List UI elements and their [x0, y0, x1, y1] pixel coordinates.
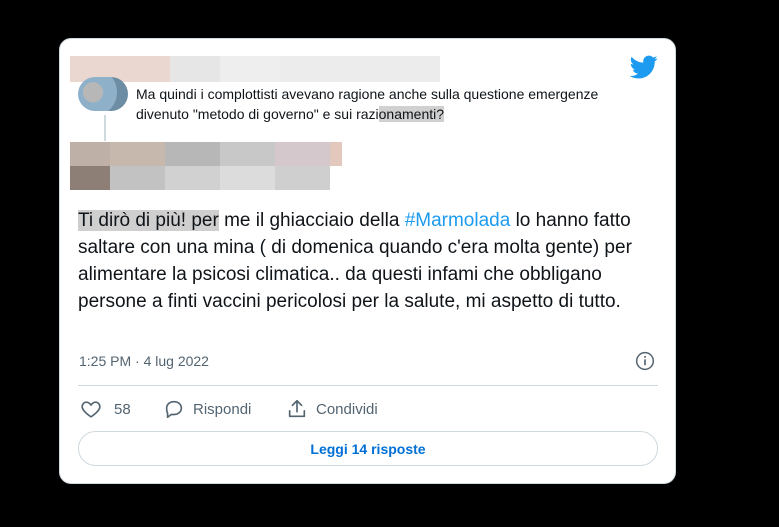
- reply-label: Rispondi: [193, 400, 252, 418]
- like-count: 58: [114, 400, 131, 418]
- info-icon[interactable]: [635, 351, 655, 371]
- divider: [78, 385, 658, 386]
- tweet-card: Ma quindi i complottisti avevano ragione…: [59, 38, 676, 484]
- reply-bubble-icon: [165, 400, 183, 419]
- quoted-text: Ma quindi i complottisti avevano ragione…: [136, 86, 599, 122]
- avatar[interactable]: [78, 77, 128, 111]
- timestamp[interactable]: 1:25 PM · 4 lug 2022: [79, 353, 209, 369]
- quoted-text-highlighted: onamenti?: [378, 106, 445, 122]
- share-label: Condividi: [316, 400, 378, 418]
- thread-connector-line: [104, 115, 106, 141]
- tweet-text: Ti dirò di più! per me il ghiacciaio del…: [78, 207, 668, 315]
- quoted-tweet-text: Ma quindi i complottisti avevano ragione…: [136, 84, 636, 124]
- reply-button[interactable]: Rispondi: [163, 397, 251, 421]
- share-icon: [288, 399, 306, 418]
- twitter-bird-icon[interactable]: [630, 53, 658, 81]
- share-button[interactable]: Condividi: [286, 397, 378, 421]
- like-button[interactable]: 58: [80, 397, 131, 421]
- tweet-text-part: me il ghiacciaio della: [218, 210, 405, 231]
- read-replies-button[interactable]: Leggi 14 risposte: [78, 431, 658, 466]
- tweet-text-highlighted: Ti dirò di più! per: [78, 210, 219, 231]
- hashtag-link[interactable]: #Marmolada: [405, 210, 511, 231]
- heart-icon: [81, 401, 101, 418]
